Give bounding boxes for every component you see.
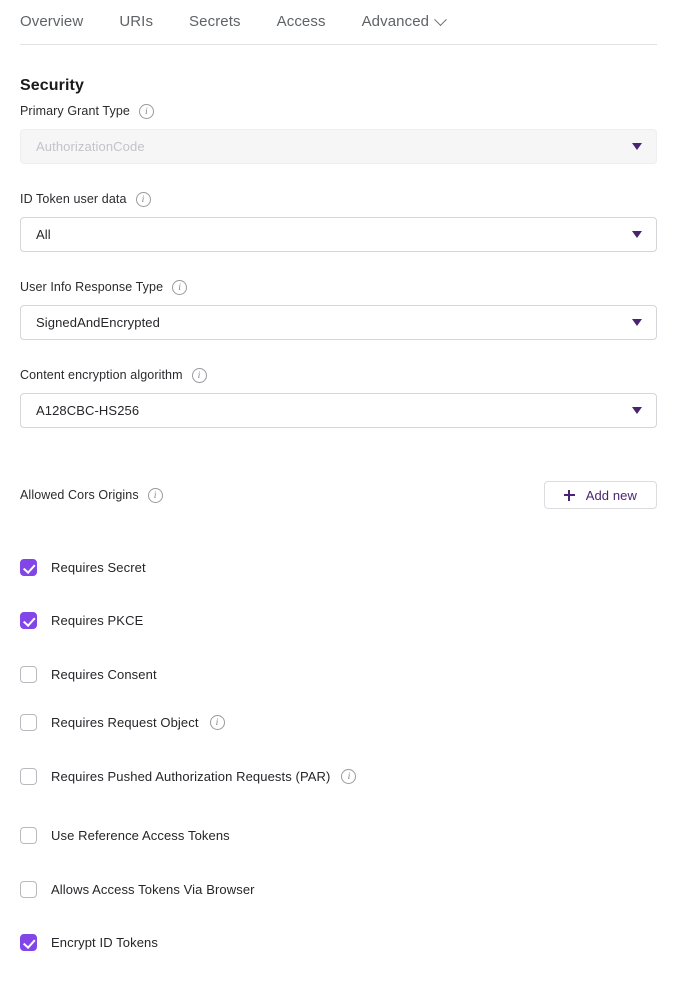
requires-consent-label: Requires Consent xyxy=(51,666,157,682)
content-encryption-algorithm-label: Content encryption algorithm xyxy=(20,367,207,383)
requires-pushed-authorization-requests-par-label: Requires Pushed Authorization Requests (… xyxy=(51,768,331,784)
content-encryption-algorithm-label-text: Content encryption algorithm xyxy=(20,368,183,382)
add-new-button[interactable]: Add new xyxy=(543,481,657,509)
checkbox-row-requires-pkce[interactable]: Requires PKCE xyxy=(20,610,143,630)
encrypt-id-tokens-label: Encrypt ID Tokens xyxy=(51,934,158,950)
id-token-user-data-label-text: ID Token user data xyxy=(20,192,127,206)
tab-overview[interactable]: Overview xyxy=(20,8,83,32)
info-icon[interactable] xyxy=(147,487,163,503)
security-settings-page: Overview URIs Secrets Access Advanced Securi… xyxy=(0,0,688,983)
allowed-cors-origins-label: Allowed Cors Origins xyxy=(20,487,163,503)
checkbox-unchecked-icon[interactable] xyxy=(20,826,37,844)
chevron-down-icon xyxy=(632,319,642,326)
info-icon[interactable] xyxy=(138,103,154,119)
tab-label: Advanced xyxy=(361,13,430,30)
info-icon[interactable] xyxy=(341,768,357,784)
allowed-cors-origins-label-text: Allowed Cors Origins xyxy=(20,488,139,502)
info-icon[interactable] xyxy=(209,714,225,730)
tab-advanced[interactable]: Advanced xyxy=(361,8,447,32)
checkbox-row-allows-access-tokens-via-browser[interactable]: Allows Access Tokens Via Browser xyxy=(20,879,255,899)
primary-grant-type-label-text: Primary Grant Type xyxy=(20,104,130,118)
content-encryption-algorithm-selected-value: A128CBC-HS256 xyxy=(36,403,140,418)
user-info-response-type-select[interactable]: SignedAndEncrypted xyxy=(20,305,657,340)
tab-bar: Overview URIs Secrets Access Advanced xyxy=(20,8,657,45)
use-reference-access-tokens-label: Use Reference Access Tokens xyxy=(51,827,230,843)
primary-grant-type-select: AuthorizationCode xyxy=(20,129,657,164)
user-info-response-type-label: User Info Response Type xyxy=(20,279,188,295)
checkbox-unchecked-icon[interactable] xyxy=(20,767,37,785)
checkbox-unchecked-icon[interactable] xyxy=(20,880,37,898)
tab-uris[interactable]: URIs xyxy=(119,8,153,32)
content-encryption-algorithm-select[interactable]: A128CBC-HS256 xyxy=(20,393,657,428)
checkbox-row-use-reference-access-tokens[interactable]: Use Reference Access Tokens xyxy=(20,825,230,845)
requires-request-object-label: Requires Request Object xyxy=(51,714,199,730)
checkbox-checked-icon[interactable] xyxy=(20,611,37,629)
info-icon[interactable] xyxy=(135,191,151,207)
tab-label: URIs xyxy=(119,13,154,30)
checkbox-row-requires-consent[interactable]: Requires Consent xyxy=(20,664,157,684)
primary-grant-type-label: Primary Grant Type xyxy=(20,103,154,119)
id-token-user-data-label: ID Token user data xyxy=(20,191,151,207)
checkbox-row-requires-pushed-authorization-requests-par[interactable]: Requires Pushed Authorization Requests (… xyxy=(20,766,357,786)
chevron-down-icon xyxy=(434,12,447,26)
allows-access-tokens-via-browser-label: Allows Access Tokens Via Browser xyxy=(51,881,255,897)
checkbox-unchecked-icon[interactable] xyxy=(20,713,37,731)
requires-pkce-label: Requires PKCE xyxy=(51,612,144,628)
user-info-response-type-selected-value: SignedAndEncrypted xyxy=(36,315,160,330)
add-new-button-label: Add new xyxy=(585,487,637,503)
checkbox-checked-icon[interactable] xyxy=(20,558,37,576)
tab-access[interactable]: Access xyxy=(277,8,326,32)
page-title: Security xyxy=(20,77,84,94)
allowed-cors-origins-row: Allowed Cors Origins Add new xyxy=(20,481,657,509)
tab-label: Overview xyxy=(20,13,84,30)
checkbox-row-requires-request-object[interactable]: Requires Request Object xyxy=(20,712,225,732)
info-icon[interactable] xyxy=(172,279,188,295)
info-icon[interactable] xyxy=(191,367,207,383)
chevron-down-icon xyxy=(632,231,642,238)
tab-label: Secrets xyxy=(189,13,241,30)
checkbox-unchecked-icon[interactable] xyxy=(20,665,37,683)
checkbox-checked-icon[interactable] xyxy=(20,933,37,951)
checkbox-row-encrypt-id-tokens[interactable]: Encrypt ID Tokens xyxy=(20,932,158,952)
id-token-user-data-select[interactable]: All xyxy=(20,217,657,252)
plus-icon xyxy=(563,489,575,501)
chevron-down-icon xyxy=(632,143,642,150)
user-info-response-type-label-text: User Info Response Type xyxy=(20,280,164,294)
id-token-user-data-selected-value: All xyxy=(36,227,51,242)
requires-secret-label: Requires Secret xyxy=(51,559,146,575)
checkbox-row-requires-secret[interactable]: Requires Secret xyxy=(20,557,146,577)
tab-secrets[interactable]: Secrets xyxy=(189,8,241,32)
primary-grant-type-selected-value: AuthorizationCode xyxy=(36,139,145,154)
tab-label: Access xyxy=(276,13,326,30)
chevron-down-icon xyxy=(632,407,642,414)
